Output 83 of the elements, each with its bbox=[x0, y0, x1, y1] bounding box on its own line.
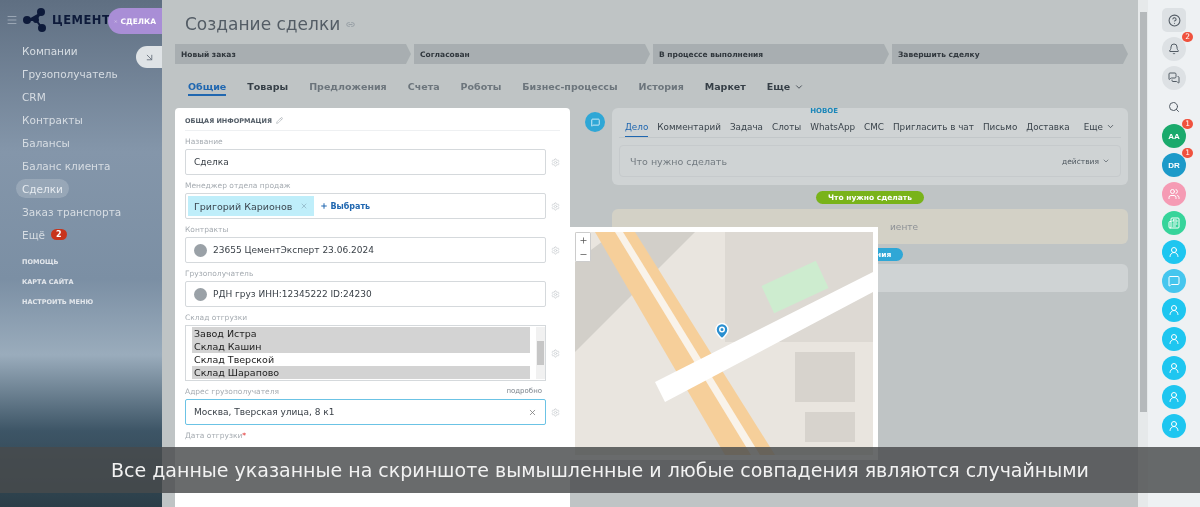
note-text: иенте bbox=[890, 221, 919, 232]
list-option[interactable]: Склад Кашин bbox=[192, 340, 530, 353]
contact-button[interactable] bbox=[1162, 414, 1186, 438]
scrollbar[interactable] bbox=[536, 327, 545, 379]
menu-icon[interactable] bbox=[6, 14, 18, 26]
contact-button[interactable] bbox=[1162, 385, 1186, 409]
user-avatar[interactable]: AA bbox=[1162, 124, 1186, 148]
menu-item[interactable]: Ещё 2 bbox=[16, 225, 73, 244]
contact-button[interactable] bbox=[1162, 356, 1186, 380]
collapse-button[interactable] bbox=[136, 46, 162, 68]
tab[interactable]: Письмо bbox=[982, 117, 1018, 137]
contact-button[interactable] bbox=[1162, 298, 1186, 322]
message-button[interactable] bbox=[1162, 269, 1186, 293]
contact-button[interactable] bbox=[1162, 240, 1186, 264]
entity-icon bbox=[194, 243, 207, 257]
tab[interactable]: Пригласить в чат bbox=[893, 117, 974, 137]
users-icon bbox=[1168, 188, 1180, 200]
message-icon bbox=[1168, 275, 1180, 287]
multi-select-list[interactable]: Завод Истра Склад Кашин Склад Тверской Склад Шарапово bbox=[185, 325, 546, 381]
group-chat-button[interactable] bbox=[1162, 182, 1186, 206]
chat-button[interactable] bbox=[1162, 66, 1186, 90]
select-link[interactable]: Выбрать bbox=[320, 201, 371, 211]
settings-icon[interactable] bbox=[551, 201, 560, 211]
settings-icon[interactable] bbox=[551, 407, 560, 417]
menu-item[interactable]: Грузополучатель bbox=[16, 64, 124, 83]
chevron-icon bbox=[1106, 122, 1115, 131]
clear-icon[interactable] bbox=[528, 407, 537, 417]
bell-icon bbox=[1168, 43, 1180, 55]
user-icon bbox=[1168, 362, 1180, 374]
settings-icon[interactable] bbox=[551, 289, 560, 299]
user-icon bbox=[1168, 333, 1180, 345]
user-icon bbox=[1168, 420, 1180, 432]
notifications-button[interactable] bbox=[1162, 37, 1186, 61]
tab[interactable]: Комментарий bbox=[657, 117, 721, 137]
plus-icon bbox=[578, 235, 588, 245]
user-field[interactable]: Григорий Карионов Выбрать bbox=[185, 193, 546, 219]
logo-icon bbox=[22, 7, 48, 33]
tab[interactable]: Товары bbox=[247, 79, 289, 96]
list-option[interactable]: Склад Тверской bbox=[192, 353, 530, 366]
disclaimer-text: Все данные указанные на скриншоте вымышленные и любые совпадения являются случайными bbox=[111, 459, 1089, 481]
tab[interactable]: Задача bbox=[729, 117, 763, 137]
user-avatar[interactable]: DR bbox=[1162, 153, 1186, 177]
user-icon bbox=[1168, 391, 1180, 403]
chevron-icon bbox=[1102, 157, 1110, 165]
settings-icon[interactable] bbox=[551, 348, 560, 358]
tab[interactable]: Слоты bbox=[772, 117, 802, 137]
entity-field[interactable]: РДН груз ИНН:12345222 ID:24230 bbox=[185, 281, 546, 307]
zoom-in-button[interactable] bbox=[576, 233, 590, 247]
tab[interactable]: СМС bbox=[864, 117, 884, 137]
list-option[interactable]: Склад Шарапово bbox=[192, 366, 530, 379]
tab[interactable]: Доставка bbox=[1026, 117, 1070, 137]
settings-icon[interactable] bbox=[551, 157, 560, 167]
search-icon bbox=[1168, 101, 1180, 113]
page-title: Создание сделки bbox=[185, 14, 341, 34]
comment-icon bbox=[590, 117, 600, 127]
plus-icon bbox=[320, 202, 329, 210]
user-icon bbox=[1168, 246, 1180, 258]
remove-icon[interactable] bbox=[300, 202, 309, 210]
help-button[interactable] bbox=[1162, 8, 1186, 32]
entity-field[interactable]: 23655 ЦементЭксперт 23.06.2024 bbox=[185, 237, 546, 263]
tab[interactable]: Дело bbox=[625, 117, 649, 137]
map-pin-icon bbox=[713, 322, 731, 340]
count-badge: 2 bbox=[51, 229, 67, 240]
help-icon bbox=[1167, 13, 1181, 27]
tab[interactable]: Маркет bbox=[704, 79, 746, 96]
menu-item[interactable]: Компании bbox=[16, 41, 84, 60]
user-icon bbox=[1168, 304, 1180, 316]
tab[interactable]: Общие bbox=[188, 79, 227, 96]
entity-icon bbox=[194, 287, 207, 301]
chat-icon bbox=[1168, 72, 1180, 84]
tab[interactable]: Еще bbox=[1083, 117, 1115, 137]
settings-icon[interactable] bbox=[551, 245, 560, 255]
pencil-icon[interactable] bbox=[276, 117, 283, 124]
tab[interactable]: Еще bbox=[766, 79, 805, 96]
text-field[interactable]: Сделка bbox=[185, 149, 546, 175]
address-field[interactable]: Москва, Тверская улица, 8 к1 bbox=[185, 399, 546, 425]
list-option[interactable]: Завод Истра bbox=[192, 327, 530, 340]
user-chip[interactable]: Григорий Карионов bbox=[188, 196, 315, 216]
link-icon[interactable] bbox=[346, 19, 356, 29]
newspaper-icon bbox=[1168, 217, 1180, 229]
contact-button[interactable] bbox=[1162, 327, 1186, 351]
news-button[interactable] bbox=[1162, 211, 1186, 235]
scrollbar[interactable] bbox=[1138, 0, 1148, 507]
